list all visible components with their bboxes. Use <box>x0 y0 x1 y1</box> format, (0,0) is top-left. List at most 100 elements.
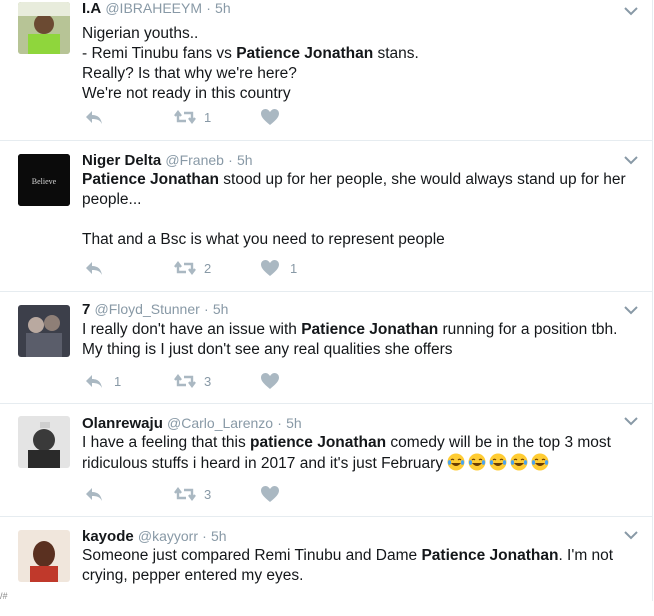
tweet[interactable]: 7 @Floyd_Stunner · 5h I really don't hav… <box>0 291 652 404</box>
tweet-line: Someone just compared Remi Tinubu and Da… <box>82 546 642 566</box>
tweet-segment: - Remi Tinubu fans vs <box>82 45 237 62</box>
author-name[interactable]: Niger Delta <box>82 152 161 169</box>
reply-button[interactable] <box>84 259 144 277</box>
timestamp[interactable]: 5h <box>237 152 253 168</box>
tweet-line: That and a Bsc is what you need to repre… <box>82 230 642 250</box>
tweet-line <box>82 210 642 230</box>
timestamp[interactable]: 5h <box>213 301 229 317</box>
author-name[interactable]: Olanrewaju <box>82 415 163 432</box>
tweet-line: - Remi Tinubu fans vs Patience Jonathan … <box>82 44 642 64</box>
reply-button[interactable] <box>84 108 144 126</box>
like-button[interactable] <box>260 372 320 390</box>
reply-count: 1 <box>114 374 122 389</box>
tweet-line: I have a feeling that this patience Jona… <box>82 433 642 453</box>
author-handle[interactable]: @IBRAHEEYM <box>105 0 202 16</box>
retweet-button[interactable]: 2 <box>174 259 234 277</box>
tweet-segment: We're not ready in this country <box>82 85 291 102</box>
laughing-crying-emoji-icon <box>531 453 549 471</box>
like-button[interactable]: 1 <box>260 259 320 277</box>
tweet-line: Patience Jonathan stood up for her peopl… <box>82 170 642 190</box>
author-name[interactable]: I.A <box>82 0 101 17</box>
tweet-segment: crying, pepper entered my eyes. <box>82 567 304 584</box>
reply-button[interactable] <box>84 485 144 503</box>
tweet-segment: I really don't have an issue with <box>82 321 302 338</box>
tweet-header: 7 @Floyd_Stunner · 5h <box>82 301 228 318</box>
tweet-text: I really don't have an issue with Patien… <box>82 320 642 360</box>
tweet-text: I have a feeling that this patience Jona… <box>82 433 642 474</box>
reply-button[interactable]: 1 <box>84 372 144 390</box>
avatar[interactable] <box>18 530 70 582</box>
laughing-crying-emoji-icon <box>489 453 507 471</box>
author-handle[interactable]: @Carlo_Larenzo <box>167 415 273 431</box>
chevron-down-icon[interactable] <box>624 530 638 540</box>
tweet-text: Nigerian youths.. - Remi Tinubu fans vs P… <box>82 24 642 104</box>
avatar[interactable] <box>18 305 70 357</box>
heart-icon <box>261 486 279 502</box>
retweet-button[interactable]: 3 <box>174 372 234 390</box>
like-button[interactable] <box>260 108 320 126</box>
chevron-down-icon[interactable] <box>624 155 638 165</box>
chevron-down-icon[interactable] <box>624 305 638 315</box>
timeline: I.A @IBRAHEEYM · 5h Nigerian youths.. - R… <box>0 0 653 601</box>
chevron-down-icon[interactable] <box>624 416 638 426</box>
heart-icon <box>261 373 279 389</box>
tweet-line: Nigerian youths.. <box>82 24 642 44</box>
tweet[interactable]: Believe Niger Delta @Franeb · 5h Patienc… <box>0 140 652 292</box>
tweet-segment: comedy will be in the top 3 most <box>386 434 611 451</box>
heart-icon <box>261 260 279 276</box>
timestamp[interactable]: 5h <box>215 0 231 16</box>
retweet-count: 3 <box>204 374 212 389</box>
like-count: 1 <box>290 261 298 276</box>
corner-mark: /# <box>0 591 8 601</box>
retweet-button[interactable]: 3 <box>174 485 234 503</box>
timestamp[interactable]: 5h <box>286 415 302 431</box>
tweet[interactable]: Olanrewaju @Carlo_Larenzo · 5h I have a … <box>0 403 652 517</box>
tweet-line: crying, pepper entered my eyes. <box>82 566 642 586</box>
author-handle[interactable]: @Franeb <box>165 152 224 168</box>
highlighted-term: Patience Jonathan <box>236 45 374 62</box>
tweet[interactable]: I.A @IBRAHEEYM · 5h Nigerian youths.. - R… <box>0 0 652 141</box>
separator: · <box>228 152 233 168</box>
highlighted-term: Patience Jonathan <box>82 171 219 188</box>
retweet-count: 2 <box>204 261 212 276</box>
timestamp[interactable]: 5h <box>211 528 227 544</box>
reply-icon <box>86 111 102 124</box>
author-name[interactable]: 7 <box>82 301 90 318</box>
laughing-crying-emoji-icon <box>447 453 465 471</box>
tweet-segment: Nigerian youths.. <box>82 25 199 42</box>
laughing-crying-emoji-icon <box>510 453 528 471</box>
reply-icon <box>86 262 102 275</box>
tweet-segment: people... <box>82 191 142 208</box>
tweet-line: My thing is I just don't see any real qu… <box>82 340 642 360</box>
avatar[interactable]: Believe <box>18 154 70 206</box>
tweet-segment: Someone just compared Remi Tinubu and Da… <box>82 547 422 564</box>
retweet-button[interactable]: 1 <box>174 108 234 126</box>
author-name[interactable]: kayode <box>82 528 134 545</box>
retweet-icon <box>174 374 196 388</box>
retweet-count: 1 <box>204 110 212 125</box>
tweet-text: Patience Jonathan stood up for her peopl… <box>82 170 642 250</box>
author-handle[interactable]: @kayyorr <box>138 528 198 544</box>
avatar[interactable] <box>18 2 70 54</box>
separator: · <box>202 528 207 544</box>
tweet-segment: I have a feeling that this <box>82 434 251 451</box>
tweet-segment: . I'm not <box>558 547 614 564</box>
chevron-down-icon[interactable] <box>624 6 638 16</box>
author-handle[interactable]: @Floyd_Stunner <box>95 301 200 317</box>
retweet-count: 3 <box>204 487 212 502</box>
avatar[interactable] <box>18 416 70 468</box>
highlighted-term: Patience Jonathan <box>301 321 439 338</box>
tweet-line: Really? Is that why we're here? <box>82 64 642 84</box>
tweet-header: kayode @kayyorr · 5h <box>82 528 227 545</box>
tweet-segment: ridiculous stuffs i heard in 2017 and it… <box>82 455 448 472</box>
tweet-header: I.A @IBRAHEEYM · 5h <box>82 0 231 17</box>
tweet-header: Olanrewaju @Carlo_Larenzo · 5h <box>82 415 302 432</box>
tweet-line: ridiculous stuffs i heard in 2017 and it… <box>82 453 642 474</box>
tweet[interactable]: kayode @kayyorr · 5h Someone just compar… <box>0 516 652 616</box>
tweet-line: We're not ready in this country <box>82 84 642 104</box>
laughing-crying-emoji-icon <box>468 453 486 471</box>
separator: · <box>203 301 209 317</box>
tweet-text: Someone just compared Remi Tinubu and Da… <box>82 546 642 586</box>
like-button[interactable] <box>260 485 320 503</box>
heart-icon <box>261 109 279 125</box>
